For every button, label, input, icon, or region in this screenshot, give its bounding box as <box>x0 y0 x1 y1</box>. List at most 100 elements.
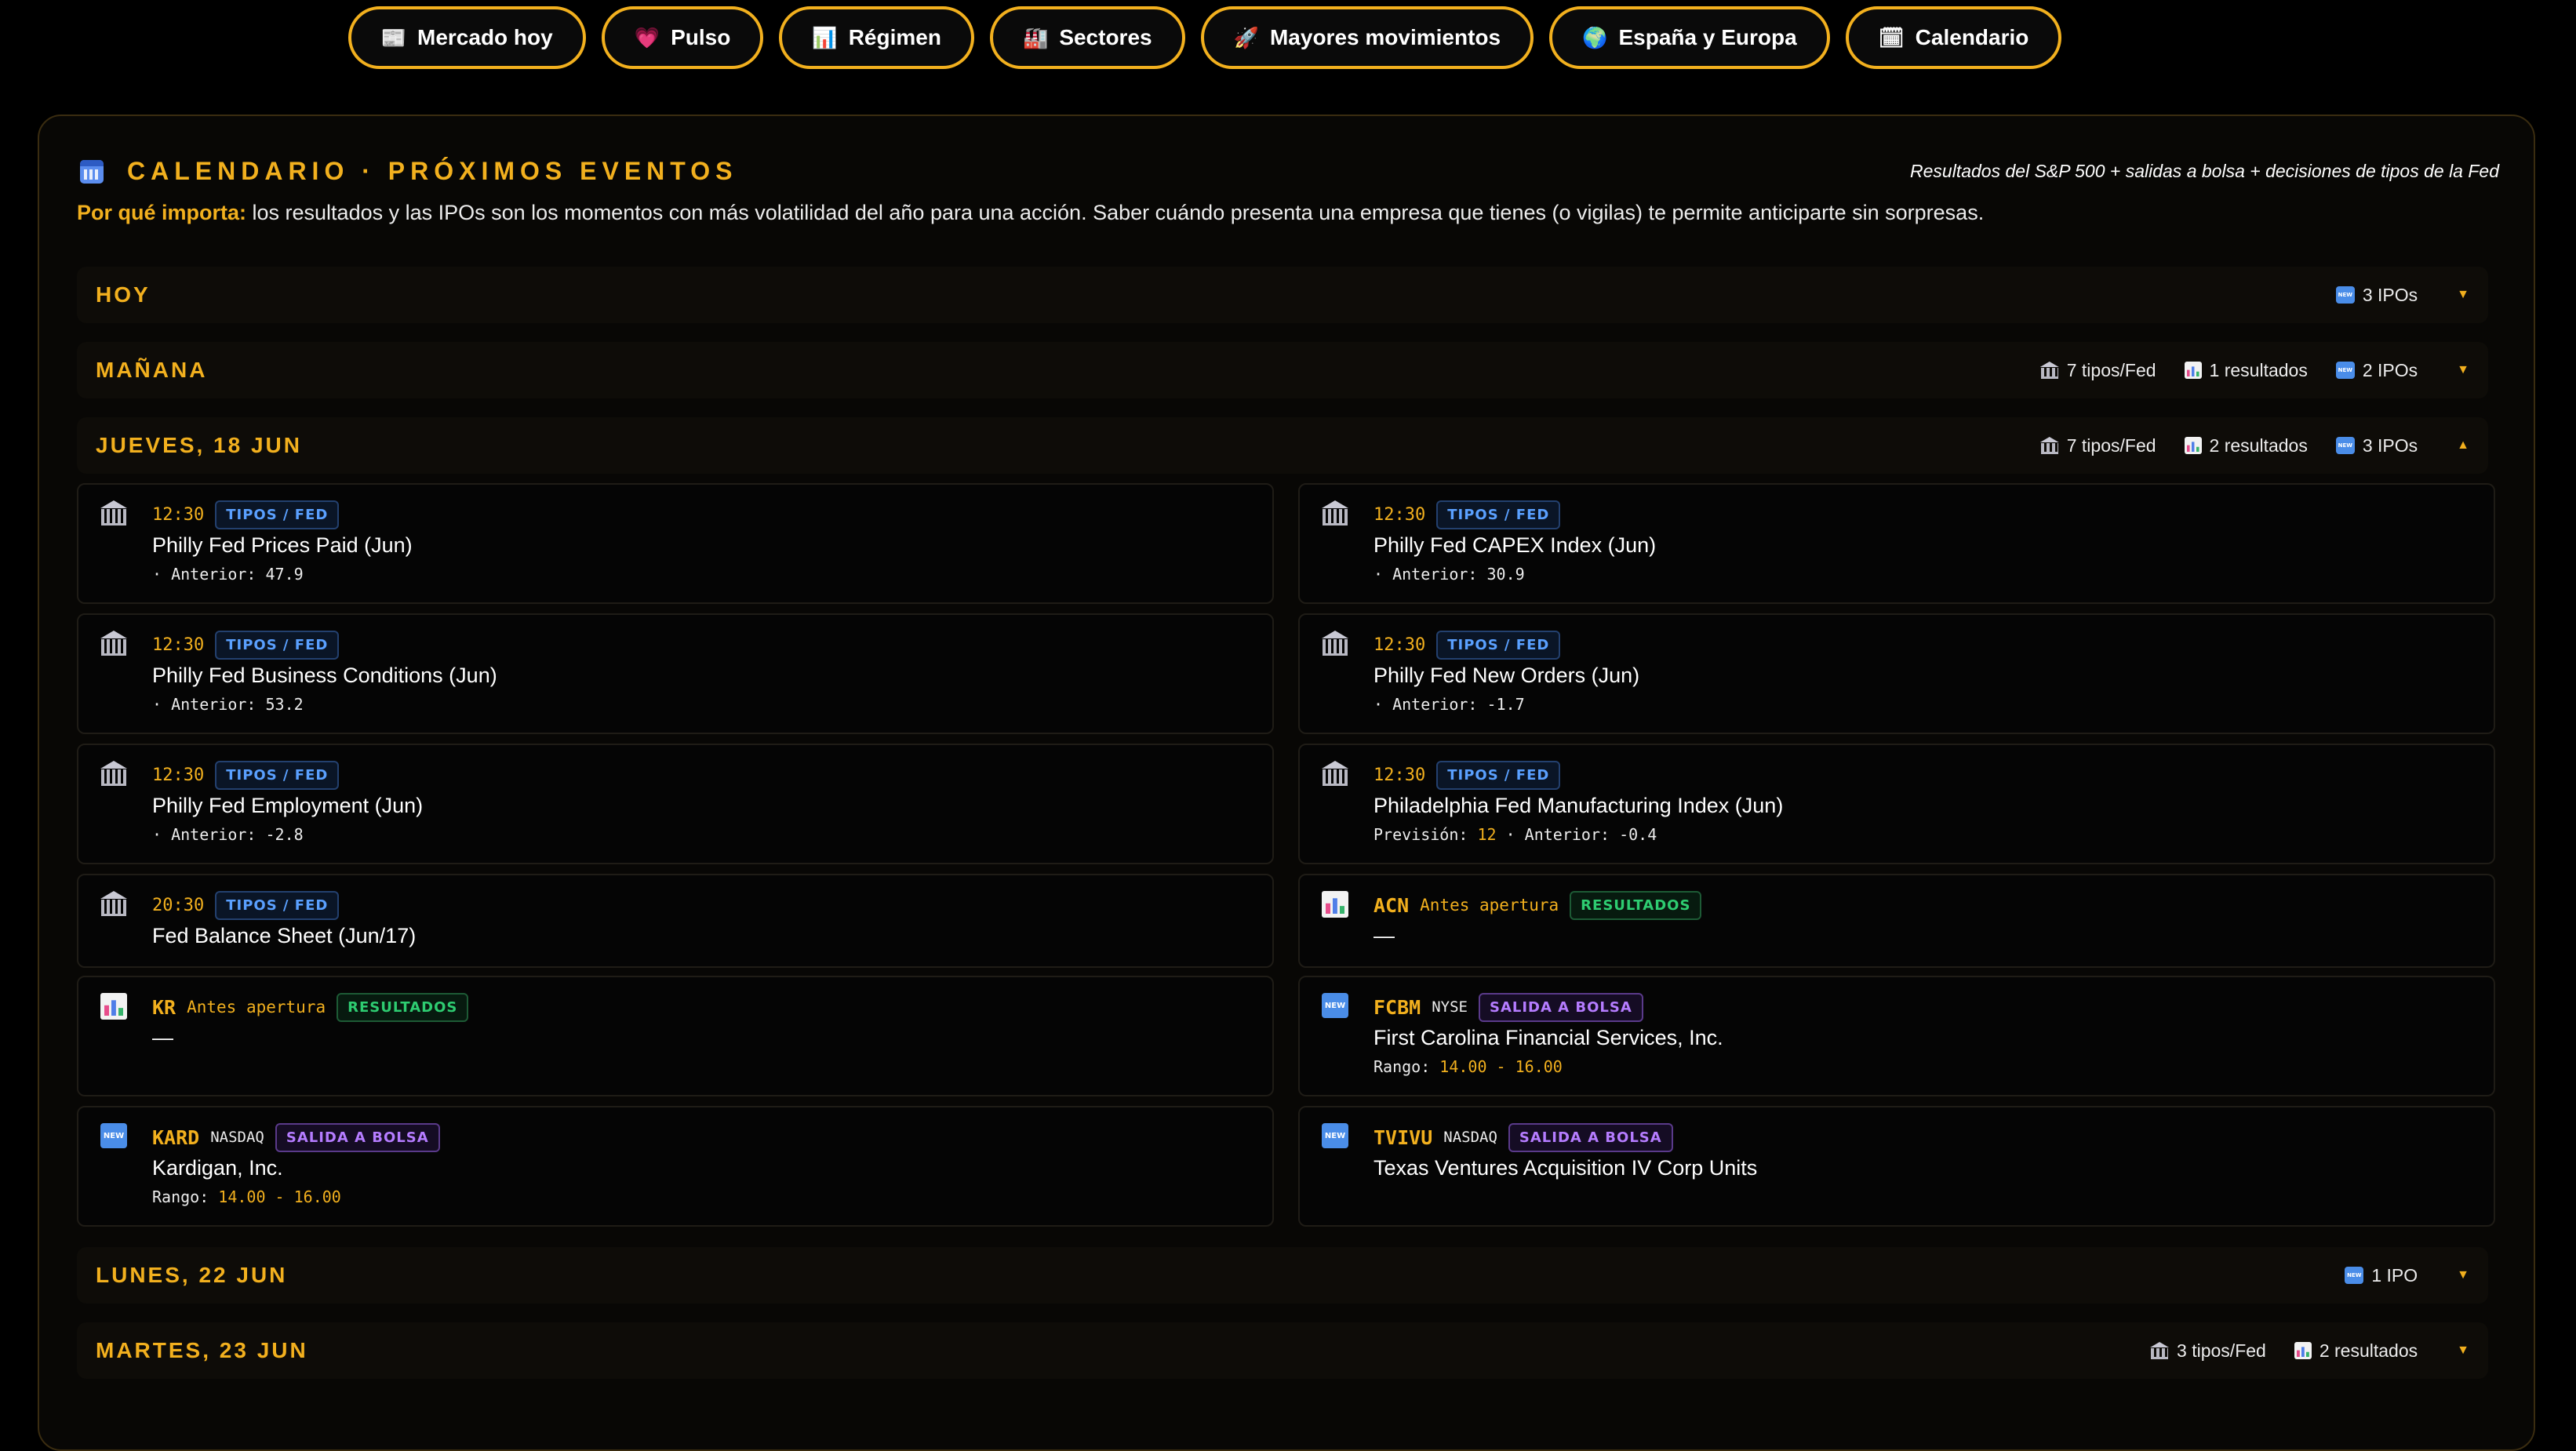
event-card[interactable]: 12:30 TIPOS / FED Philadelphia Fed Manufa… <box>1298 744 2495 864</box>
detail-range-value: 14.00 - 16.00 <box>218 1187 341 1206</box>
event-badge: TIPOS / FED <box>1436 760 1561 790</box>
event-title: Philly Fed Business Conditions (Jun) <box>152 664 497 687</box>
event-card[interactable]: 12:30 TIPOS / FED Philly Fed Employment (… <box>77 744 1274 864</box>
expand-caret-icon[interactable]: ▼ <box>2457 288 2469 302</box>
rocket-icon: 🚀 <box>1233 25 1259 49</box>
expand-caret-icon[interactable]: ▼ <box>2457 1268 2469 1282</box>
day-name: MAÑANA <box>96 358 208 382</box>
stat-fed: 3 tipos/Fed <box>2150 1340 2266 1362</box>
event-detail: Rango: 14.00 - 16.00 <box>152 1187 1257 1206</box>
day-row-hoy[interactable]: HOY NEW 3 IPOs ▼ <box>77 267 2488 323</box>
event-timing: Antes apertura <box>1420 896 1559 915</box>
newspaper-icon: 📰 <box>380 25 406 49</box>
event-card[interactable]: 12:30 TIPOS / FED Philly Fed Business Con… <box>77 613 1274 734</box>
event-card[interactable]: 12:30 TIPOS / FED Philly Fed New Orders (… <box>1298 613 2495 734</box>
nav-calendario[interactable]: 🗓 Calendario <box>1845 6 2062 69</box>
bank-icon <box>2040 362 2059 379</box>
stat-results: 2 resultados <box>2184 435 2308 456</box>
event-ticker: KR <box>152 995 176 1019</box>
detail-forecast-value: 12 <box>1477 825 1497 844</box>
event-ticker: TVIVU <box>1374 1126 1433 1149</box>
event-title: — <box>152 1026 173 1049</box>
calendar-icon <box>80 159 104 184</box>
nav-espana-europa[interactable]: 🌍 España y Europa <box>1549 6 1830 69</box>
event-badge: TIPOS / FED <box>215 760 340 790</box>
nav-label: Sectores <box>1059 25 1152 49</box>
bank-icon <box>1322 761 1348 790</box>
stat-fed-text: 3 tipos/Fed <box>2177 1340 2266 1361</box>
bar-chart-icon <box>100 993 127 1024</box>
event-title: First Carolina Financial Services, Inc. <box>1374 1026 1723 1049</box>
event-card[interactable]: NEW TVIVU NASDAQ SALIDA A BOLSA Texas Vent… <box>1298 1106 2495 1227</box>
event-badge: SALIDA A BOLSA <box>275 1122 440 1152</box>
bank-icon <box>1322 631 1348 660</box>
event-title: Texas Ventures Acquisition IV Corp Units <box>1374 1156 1758 1180</box>
nav-label: Régimen <box>848 25 941 49</box>
nav-sectores[interactable]: 🏭 Sectores <box>989 6 1185 69</box>
collapse-caret-icon[interactable]: ▲ <box>2457 438 2469 453</box>
new-icon: NEW <box>1322 1123 1348 1148</box>
nav-pulso[interactable]: 💗 Pulso <box>601 6 764 69</box>
event-title: Philly Fed Prices Paid (Jun) <box>152 533 413 557</box>
event-time: 12:30 <box>152 765 205 785</box>
day-row-martes-23-jun[interactable]: MARTES, 23 JUN 3 tipos/Fed 2 resultados … <box>77 1322 2488 1379</box>
nav-label: Mayores movimientos <box>1269 25 1501 49</box>
day-name: MARTES, 23 JUN <box>96 1338 308 1362</box>
event-badge: TIPOS / FED <box>215 630 340 660</box>
detail-label: Rango: <box>1374 1057 1440 1076</box>
stat-ipos: NEW 1 IPO <box>2345 1265 2418 1286</box>
panel-title-text: CALENDARIO · PRÓXIMOS EVENTOS <box>127 157 738 185</box>
calendar-panel: CALENDARIO · PRÓXIMOS EVENTOS Resultados… <box>38 115 2535 1451</box>
bar-chart-icon: 📊 <box>812 25 838 49</box>
heart-icon: 💗 <box>634 25 660 49</box>
stat-ipos: NEW 3 IPOs <box>2335 284 2418 306</box>
event-title: Philadelphia Fed Manufacturing Index (Ju… <box>1374 794 1784 817</box>
event-card[interactable]: NEW KARD NASDAQ SALIDA A BOLSA Kardigan, I… <box>77 1106 1274 1227</box>
event-card[interactable]: NEW FCBM NYSE SALIDA A BOLSA First Carolin… <box>1298 976 2495 1096</box>
event-badge: TIPOS / FED <box>215 890 340 920</box>
bank-icon <box>2040 437 2059 454</box>
event-time: 12:30 <box>1374 635 1426 655</box>
bar-chart-icon <box>2184 437 2202 454</box>
stat-ipos: NEW 3 IPOs <box>2335 435 2418 456</box>
nav-label: Pulso <box>671 25 731 49</box>
new-icon: NEW <box>2335 362 2355 379</box>
detail-label: Previsión: <box>1374 825 1478 844</box>
stat-ipos: NEW 2 IPOs <box>2335 360 2418 381</box>
bank-icon <box>100 500 127 529</box>
nav-regimen[interactable]: 📊 Régimen <box>779 6 974 69</box>
event-card[interactable]: ACN Antes apertura RESULTADOS — <box>1298 874 2495 968</box>
expand-caret-icon[interactable]: ▼ <box>2457 363 2469 377</box>
bank-icon <box>100 631 127 660</box>
event-badge: SALIDA A BOLSA <box>1508 1122 1673 1152</box>
new-icon: NEW <box>2345 1267 2364 1284</box>
stat-ipos-text: 3 IPOs <box>2362 284 2418 305</box>
event-card[interactable]: KR Antes apertura RESULTADOS — <box>77 976 1274 1096</box>
top-nav: 📰 Mercado hoy 💗 Pulso 📊 Régimen 🏭 Sectores 🚀… <box>0 6 2493 69</box>
event-card[interactable]: 20:30 TIPOS / FED Fed Balance Sheet (Jun/… <box>77 874 1274 968</box>
event-card[interactable]: 12:30 TIPOS / FED Philly Fed Prices Paid … <box>77 483 1274 604</box>
new-icon: NEW <box>1322 993 1348 1018</box>
globe-icon: 🌍 <box>1582 25 1608 49</box>
day-name: JUEVES, 18 JUN <box>96 433 302 457</box>
nav-mercado-hoy[interactable]: 📰 Mercado hoy <box>347 6 586 69</box>
stat-ipos-text: 1 IPO <box>2371 1264 2418 1286</box>
event-timing: Antes apertura <box>187 998 326 1016</box>
day-row-lunes-22-jun[interactable]: LUNES, 22 JUN NEW 1 IPO ▼ <box>77 1247 2488 1304</box>
nav-label: España y Europa <box>1618 25 1797 49</box>
event-card[interactable]: 12:30 TIPOS / FED Philly Fed CAPEX Index … <box>1298 483 2495 604</box>
nav-mayores-movimientos[interactable]: 🚀 Mayores movimientos <box>1200 6 1534 69</box>
event-time: 20:30 <box>152 895 205 915</box>
expand-caret-icon[interactable]: ▼ <box>2457 1344 2469 1358</box>
day-stats: 7 tipos/Fed 2 resultados NEW 3 IPOs ▲ <box>2040 435 2469 456</box>
day-row-manana[interactable]: MAÑANA 7 tipos/Fed 1 resultados NEW 2 IPO… <box>77 342 2488 398</box>
day-stats: NEW 1 IPO ▼ <box>2345 1265 2469 1286</box>
detail-previous: · Anterior: -0.4 <box>1496 825 1657 844</box>
event-time: 12:30 <box>1374 765 1426 785</box>
event-title: — <box>1374 924 1395 947</box>
event-badge: RESULTADOS <box>1570 890 1702 920</box>
day-row-jueves-18-jun[interactable]: JUEVES, 18 JUN 7 tipos/Fed 2 resultados … <box>77 417 2488 474</box>
event-detail: Previsión: 12 · Anterior: -0.4 <box>1374 825 2478 844</box>
new-icon: NEW <box>100 1123 127 1148</box>
stat-fed-text: 7 tipos/Fed <box>2066 435 2156 456</box>
